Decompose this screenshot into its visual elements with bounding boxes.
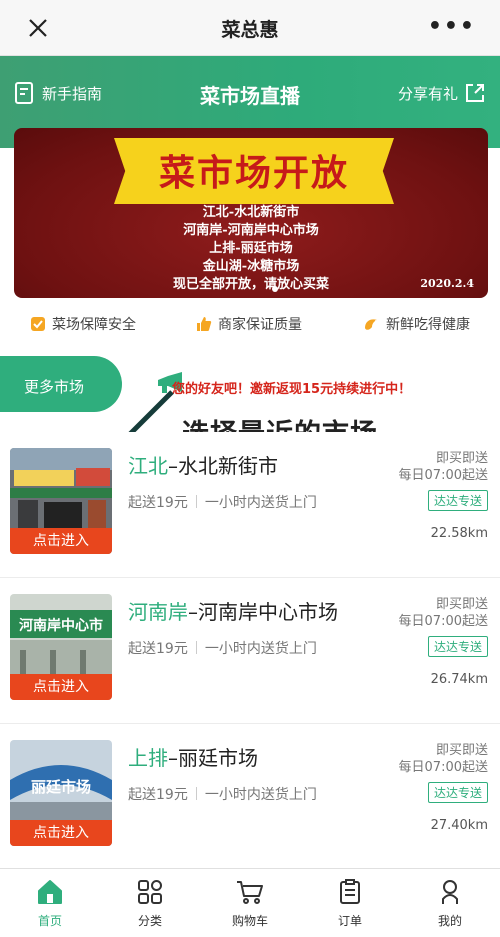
tab-label: 购物车 <box>231 914 268 928</box>
tab-orders[interactable]: 订单 <box>300 869 400 937</box>
shrimp-icon <box>365 319 377 330</box>
market-title: 丽廷市场 <box>178 746 258 770</box>
banner-line: 上排-丽廷市场 <box>209 241 293 256</box>
distance: 27.40km <box>430 818 488 833</box>
tab-label: 分类 <box>137 914 162 928</box>
carousel-indicator[interactable] <box>272 286 278 292</box>
market-name: 河南岸–河南岸中心市场 <box>128 596 338 625</box>
promo-banner[interactable]: 菜市场开放 江北-水北新街市 河南岸-河南岸中心市场 上排-丽廷市场 金山湖-冰… <box>14 128 488 298</box>
banner-headline: 菜市场开放 <box>158 152 349 194</box>
tab-profile[interactable]: 我的 <box>400 869 500 937</box>
banner-line: 金山湖-冰糖市场 <box>202 259 300 274</box>
market-card[interactable]: 河南岸中心市 点击进入 河南岸–河南岸中心市场 起送19元 一小时内送货上门 即买… <box>0 578 500 724</box>
banner-date: 2020.2.4 <box>420 277 474 290</box>
enter-button[interactable]: 点击进入 <box>10 528 112 554</box>
tab-home[interactable]: 首页 <box>0 869 100 937</box>
delivery-info: 一小时内送货上门 <box>204 787 317 803</box>
tab-label: 首页 <box>37 914 62 928</box>
share-label: 分享有礼 <box>397 84 458 103</box>
shield-check-icon <box>31 317 45 331</box>
min-order: 起送19元 <box>128 787 188 803</box>
market-region: 上排 <box>128 746 168 770</box>
market-region: 江北 <box>128 454 168 478</box>
guarantee-label: 新鲜吃得健康 <box>386 317 470 333</box>
daily-time: 每日07:00起送 <box>398 614 488 629</box>
market-name: 上排–丽廷市场 <box>128 742 258 771</box>
name-separator: – <box>168 454 178 478</box>
bottom-tab-bar: 首页 分类 购物车 订单 我的 <box>0 868 500 937</box>
cart-icon <box>237 881 263 904</box>
name-separator: – <box>188 600 198 624</box>
delivery-schedule: 即买即送 每日07:00起送 <box>399 742 488 776</box>
window-title: 菜总惠 <box>221 19 279 41</box>
tab-label: 我的 <box>437 914 462 928</box>
banner-line: 现已全部开放，请放心买菜 <box>172 277 329 292</box>
daily-time: 每日07:00起送 <box>398 468 488 483</box>
banner-line: 江北-水北新街市 <box>202 205 300 220</box>
market-title: 河南岸中心市场 <box>198 600 338 624</box>
market-meta: 起送19元 一小时内送货上门 <box>128 492 317 512</box>
tab-label: 订单 <box>337 914 362 928</box>
buy-now-text: 即买即送 <box>435 597 488 612</box>
market-meta: 起送19元 一小时内送货上门 <box>128 784 317 804</box>
order-icon <box>340 879 360 904</box>
delivery-schedule: 即买即送 每日07:00起送 <box>399 450 488 484</box>
market-region: 河南岸 <box>128 600 188 624</box>
delivery-badge: 达达专送 <box>427 490 488 511</box>
thumbs-up-icon <box>197 317 212 331</box>
banner-lines: 江北-水北新街市 河南岸-河南岸中心市场 上排-丽廷市场 金山湖-冰糖市场 现已… <box>14 204 488 294</box>
guarantee-label: 菜场保障安全 <box>52 317 136 333</box>
guarantee-label: 商家保证质量 <box>218 317 302 333</box>
delivery-info: 一小时内送货上门 <box>204 495 317 511</box>
user-icon <box>442 880 458 904</box>
market-title: 水北新街市 <box>178 454 278 478</box>
guarantee-quality: 商家保证质量 <box>196 314 302 334</box>
market-name: 江北–水北新街市 <box>128 450 278 479</box>
grid-icon <box>138 880 162 904</box>
enter-button[interactable]: 点击进入 <box>10 820 112 846</box>
distance: 22.58km <box>430 526 488 541</box>
buy-now-text: 即买即送 <box>435 451 488 466</box>
share-icon <box>466 84 484 102</box>
share-button[interactable]: 分享有礼 <box>398 82 486 104</box>
min-order: 起送19元 <box>128 641 188 657</box>
guarantee-safety: 菜场保障安全 <box>30 314 136 334</box>
guarantee-fresh: 新鲜吃得健康 <box>362 314 470 334</box>
promo-marquee[interactable]: 您的好友吧！邀新返现15元持续进行中！ <box>150 378 490 402</box>
home-icon <box>38 880 62 904</box>
delivery-schedule: 即买即送 每日07:00起送 <box>399 596 488 630</box>
delivery-badge: 达达专送 <box>427 636 488 657</box>
guarantee-bar: 菜场保障安全 商家保证质量 新鲜吃得健康 <box>0 306 500 342</box>
sign-text: 丽廷市场 <box>31 778 91 796</box>
delivery-info: 一小时内送货上门 <box>204 641 317 657</box>
enter-button[interactable]: 点击进入 <box>10 674 112 700</box>
banner-line: 河南岸-河南岸中心市场 <box>183 223 319 238</box>
market-card[interactable]: 点击进入 江北–水北新街市 起送19元 一小时内送货上门 即买即送 每日07:00… <box>0 432 500 578</box>
market-meta: 起送19元 一小时内送货上门 <box>128 638 317 658</box>
market-card[interactable]: 丽廷市场 点击进入 上排–丽廷市场 起送19元 一小时内送货上门 即买即送 每日0… <box>0 724 500 870</box>
tab-category[interactable]: 分类 <box>100 869 200 937</box>
more-options-icon[interactable]: ••• <box>428 16 476 38</box>
daily-time: 每日07:00起送 <box>398 760 488 775</box>
tab-cart[interactable]: 购物车 <box>200 869 300 937</box>
window-titlebar: 菜总惠 ••• <box>0 0 500 56</box>
distance: 26.74km <box>430 672 488 687</box>
delivery-badge: 达达专送 <box>427 782 488 803</box>
name-separator: – <box>168 746 178 770</box>
buy-now-text: 即买即送 <box>435 743 488 758</box>
promo-text: 您的好友吧！邀新返现15元持续进行中！ <box>172 382 412 397</box>
min-order: 起送19元 <box>128 495 188 511</box>
sign-text: 河南岸中心市 <box>19 617 103 634</box>
